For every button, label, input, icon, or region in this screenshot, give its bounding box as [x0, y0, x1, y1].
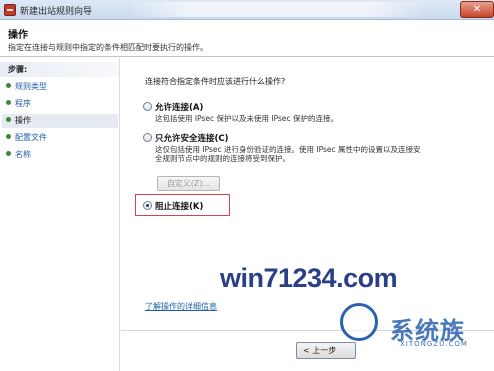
steps-sidebar: 步骤: 规则类型 程序 操作 配置文件 名称 [0, 58, 120, 371]
step-bullet-icon [6, 83, 11, 88]
step-bullet-icon [6, 151, 11, 156]
customize-button[interactable]: 自定义(Z)... [157, 176, 220, 191]
page-title: 操作 [8, 30, 28, 41]
wizard-header: 操作 指定在连接与规则中指定的条件相匹配时要执行的操作。 [0, 20, 494, 57]
option-description-line1: 这仅包括使用 IPsec 进行身份验证的连接。使用 IPsec 属性中的设置以及… [155, 145, 421, 154]
option-label[interactable]: 只允许安全连接(C) [155, 132, 229, 144]
step-rule-type[interactable]: 规则类型 [6, 80, 116, 94]
window-title: 新建出站规则向导 [20, 7, 93, 17]
radio-allow[interactable] [143, 102, 152, 111]
option-description: 这包括使用 IPsec 保护以及未使用 IPsec 保护的连接。 [155, 114, 339, 123]
step-label: 操作 [15, 116, 31, 125]
firewall-icon [4, 4, 16, 16]
watermark-site: win71234.com [220, 263, 398, 293]
steps-title: 步骤: [0, 62, 119, 77]
step-label: 程序 [15, 99, 31, 108]
step-bullet-icon [6, 134, 11, 139]
title-bar: 新建出站规则向导 ✕ [0, 0, 494, 20]
option-label[interactable]: 允许连接(A) [155, 101, 203, 113]
back-button[interactable]: < 上一步 [296, 342, 356, 359]
step-bullet-icon [6, 100, 11, 105]
radio-block[interactable] [143, 201, 152, 210]
watermark-sub: XITONGZU.COM [400, 340, 468, 348]
action-question: 连接符合指定条件时应该进行什么操作? [145, 77, 286, 86]
step-label: 配置文件 [15, 133, 47, 142]
step-name[interactable]: 名称 [6, 148, 116, 162]
step-profile[interactable]: 配置文件 [6, 131, 116, 145]
watermark-logo-icon [340, 303, 378, 341]
close-button[interactable]: ✕ [460, 1, 494, 18]
page-description: 指定在连接与规则中指定的条件相匹配时要执行的操作。 [8, 43, 208, 52]
option-description-line2: 全规则节点中的规则的连接将受到保护。 [155, 154, 290, 163]
learn-more-link[interactable]: 了解操作的详细信息 [145, 301, 217, 312]
step-action[interactable]: 操作 [2, 114, 118, 128]
option-label[interactable]: 阻止连接(K) [155, 200, 203, 212]
radio-allow-secure[interactable] [143, 133, 152, 142]
step-label: 规则类型 [15, 82, 47, 91]
step-bullet-icon [6, 117, 11, 122]
title-bar-glass [128, 2, 428, 17]
step-label: 名称 [15, 150, 31, 159]
step-program[interactable]: 程序 [6, 97, 116, 111]
